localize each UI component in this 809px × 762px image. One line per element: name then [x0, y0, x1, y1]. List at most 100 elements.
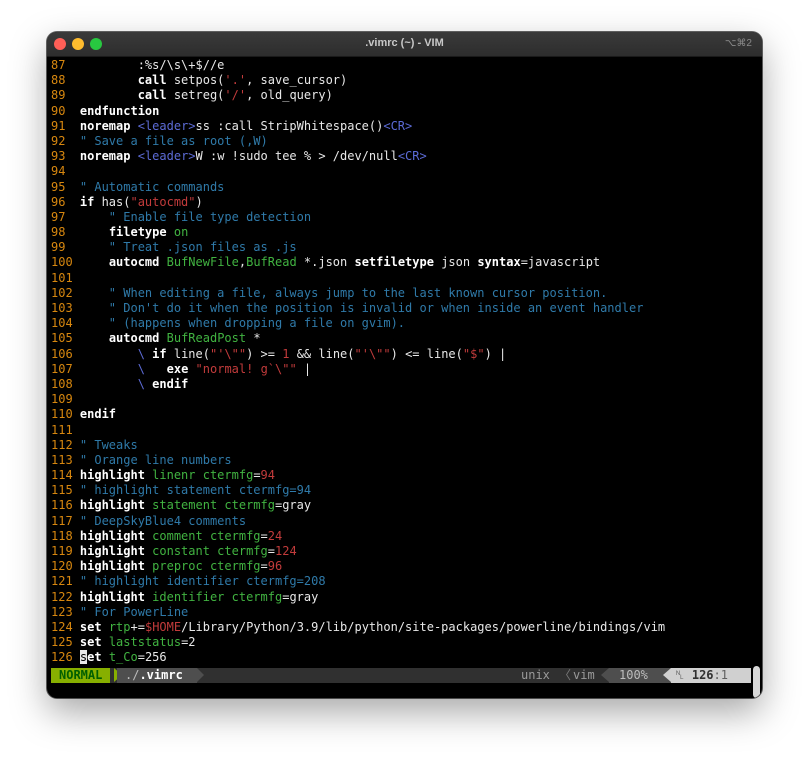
code-token: if [152, 346, 167, 361]
code-line[interactable]: 112 " Tweaks [51, 438, 748, 453]
code-line[interactable]: 110 endif [51, 407, 748, 422]
code-line[interactable]: 94 [51, 164, 748, 179]
code-token: call [137, 73, 167, 88]
code-line[interactable]: 108 \ endif [51, 377, 748, 392]
code-line[interactable]: 124 set rtp+=$HOME/Library/Python/3.9/li… [51, 620, 748, 635]
code-line[interactable]: 102 " When editing a file, always jump t… [51, 286, 748, 301]
code-line[interactable]: 95 " Automatic commands [51, 180, 748, 195]
code-line[interactable]: 87 :%s/\s\+$//e [51, 58, 748, 73]
code-line[interactable]: 115 " highlight statement ctermfg=94 [51, 483, 748, 498]
code-token: identifier ctermfg [144, 589, 283, 604]
cursor-position: ␤ 126:1 [675, 668, 728, 683]
line-number: 116 [51, 498, 80, 513]
code-line[interactable]: 100 autocmd BufNewFile,BufRead *.json se… [51, 255, 748, 270]
code-line[interactable]: 105 autocmd BufReadPost * [51, 331, 748, 346]
code-token: if [79, 194, 95, 209]
code-line[interactable]: 107 \ exe "normal! g`\"" | [51, 362, 748, 377]
line-number: 87 [51, 58, 80, 72]
code-line[interactable]: 89 call setreg('/', old_query) [51, 88, 748, 103]
code-line[interactable]: 116 highlight statement ctermfg=gray [51, 498, 748, 513]
code-token: W :w !sudo tee % > /dev/null [195, 149, 398, 164]
percent-separator [601, 668, 609, 682]
code-line[interactable]: 106 \ if line("'\"") >= 1 && line("'\"")… [51, 347, 748, 362]
code-line[interactable]: 126 set t_Co=256 [51, 650, 748, 665]
line-number: 111 [51, 422, 80, 437]
code-token: <leader> [137, 149, 196, 164]
code-token: | [296, 361, 312, 376]
code-line[interactable]: 114 highlight linenr ctermfg=94 [51, 468, 748, 483]
code-line[interactable]: 92 " Save a file as root (,W) [51, 134, 748, 149]
code-token: noremap [79, 149, 131, 164]
file-name-label: .vimrc [139, 668, 183, 682]
segment-separator: 〈 [559, 668, 572, 682]
line-number: 104 [51, 316, 80, 331]
code-token: BufReadPost [166, 331, 247, 346]
code-token: setfiletype [354, 255, 434, 270]
line-number: 109 [51, 392, 80, 407]
code-line[interactable]: 111 [51, 423, 748, 438]
code-token: " highlight statement ctermfg=94 [79, 483, 312, 498]
code-token: = [260, 559, 268, 574]
code-token: " Treat .json files as .js [79, 240, 297, 255]
code-line[interactable]: 103 " Don't do it when the position is i… [51, 301, 748, 316]
code-token: preproc ctermfg [144, 559, 261, 574]
code-token: "'\"" [209, 346, 247, 361]
code-line[interactable]: 97 " Enable file type detection [51, 210, 748, 225]
scrollbar-thumb[interactable] [753, 666, 760, 698]
line-number: 89 [51, 88, 80, 103]
code-line[interactable]: 88 call setpos('.', save_cursor) [51, 73, 748, 88]
code-token: has( [94, 194, 131, 209]
editor-buffer[interactable]: 87 :%s/\s\+$//e 88 call setpos('.', save_… [51, 58, 748, 668]
code-line[interactable]: 93 noremap <leader>W :w !sudo tee % > /d… [51, 149, 748, 164]
code-token: = [260, 528, 268, 543]
window-title: .vimrc (~) - VIM [365, 37, 444, 49]
code-line[interactable]: 117 " DeepSkyBlue4 comments [51, 514, 748, 529]
code-line[interactable]: 104 " (happens when dropping a file on g… [51, 316, 748, 331]
titlebar: .vimrc (~) - VIM ⌥⌘2 [47, 32, 762, 57]
code-line[interactable]: 123 " For PowerLine [51, 605, 748, 620]
code-token: setreg( [166, 88, 225, 103]
code-line[interactable]: 91 noremap <leader>ss :call StripWhitesp… [51, 119, 748, 134]
line-number: 88 [51, 73, 80, 88]
code-line[interactable]: 122 highlight identifier ctermfg=gray [51, 590, 748, 605]
line-number: 112 [51, 437, 80, 452]
code-line[interactable]: 98 filetype on [51, 225, 748, 240]
line-number: 98 [51, 225, 80, 240]
code-line[interactable]: 118 highlight comment ctermfg=24 [51, 529, 748, 544]
code-line[interactable]: 96 if has("autocmd") [51, 195, 748, 210]
code-line[interactable]: 119 highlight constant ctermfg=124 [51, 544, 748, 559]
code-token: " When editing a file, always jump to th… [79, 285, 608, 300]
line-number: 108 [51, 376, 80, 391]
code-line[interactable]: 109 [51, 392, 748, 407]
scroll-percent: 100% [619, 668, 648, 682]
cursor-column: :1 [713, 668, 728, 682]
code-token: set [79, 635, 102, 650]
code-line[interactable]: 90 endfunction [51, 104, 748, 119]
code-token: highlight [79, 468, 145, 483]
code-line[interactable]: 113 " Orange line numbers [51, 453, 748, 468]
code-token: laststatus [108, 635, 182, 650]
code-line[interactable]: 125 set laststatus=2 [51, 635, 748, 650]
code-line[interactable]: 99 " Treat .json files as .js [51, 240, 748, 255]
code-line[interactable]: 121 " highlight identifier ctermfg=208 [51, 574, 748, 589]
cursor-line: 126 [691, 668, 714, 682]
command-line[interactable] [51, 684, 748, 698]
code-token: :%s/\s\+$//e [79, 58, 225, 72]
code-token: noremap [79, 118, 131, 133]
code-token: " Don't do it when the position is inval… [79, 301, 644, 315]
code-line[interactable]: 101 [51, 271, 748, 286]
code-line[interactable]: 120 highlight preproc ctermfg=96 [51, 559, 748, 574]
code-token: ) | [484, 346, 507, 361]
code-token: , old_query) [246, 88, 333, 103]
code-token: autocmd [108, 255, 160, 270]
code-token: " Tweaks [79, 437, 138, 452]
